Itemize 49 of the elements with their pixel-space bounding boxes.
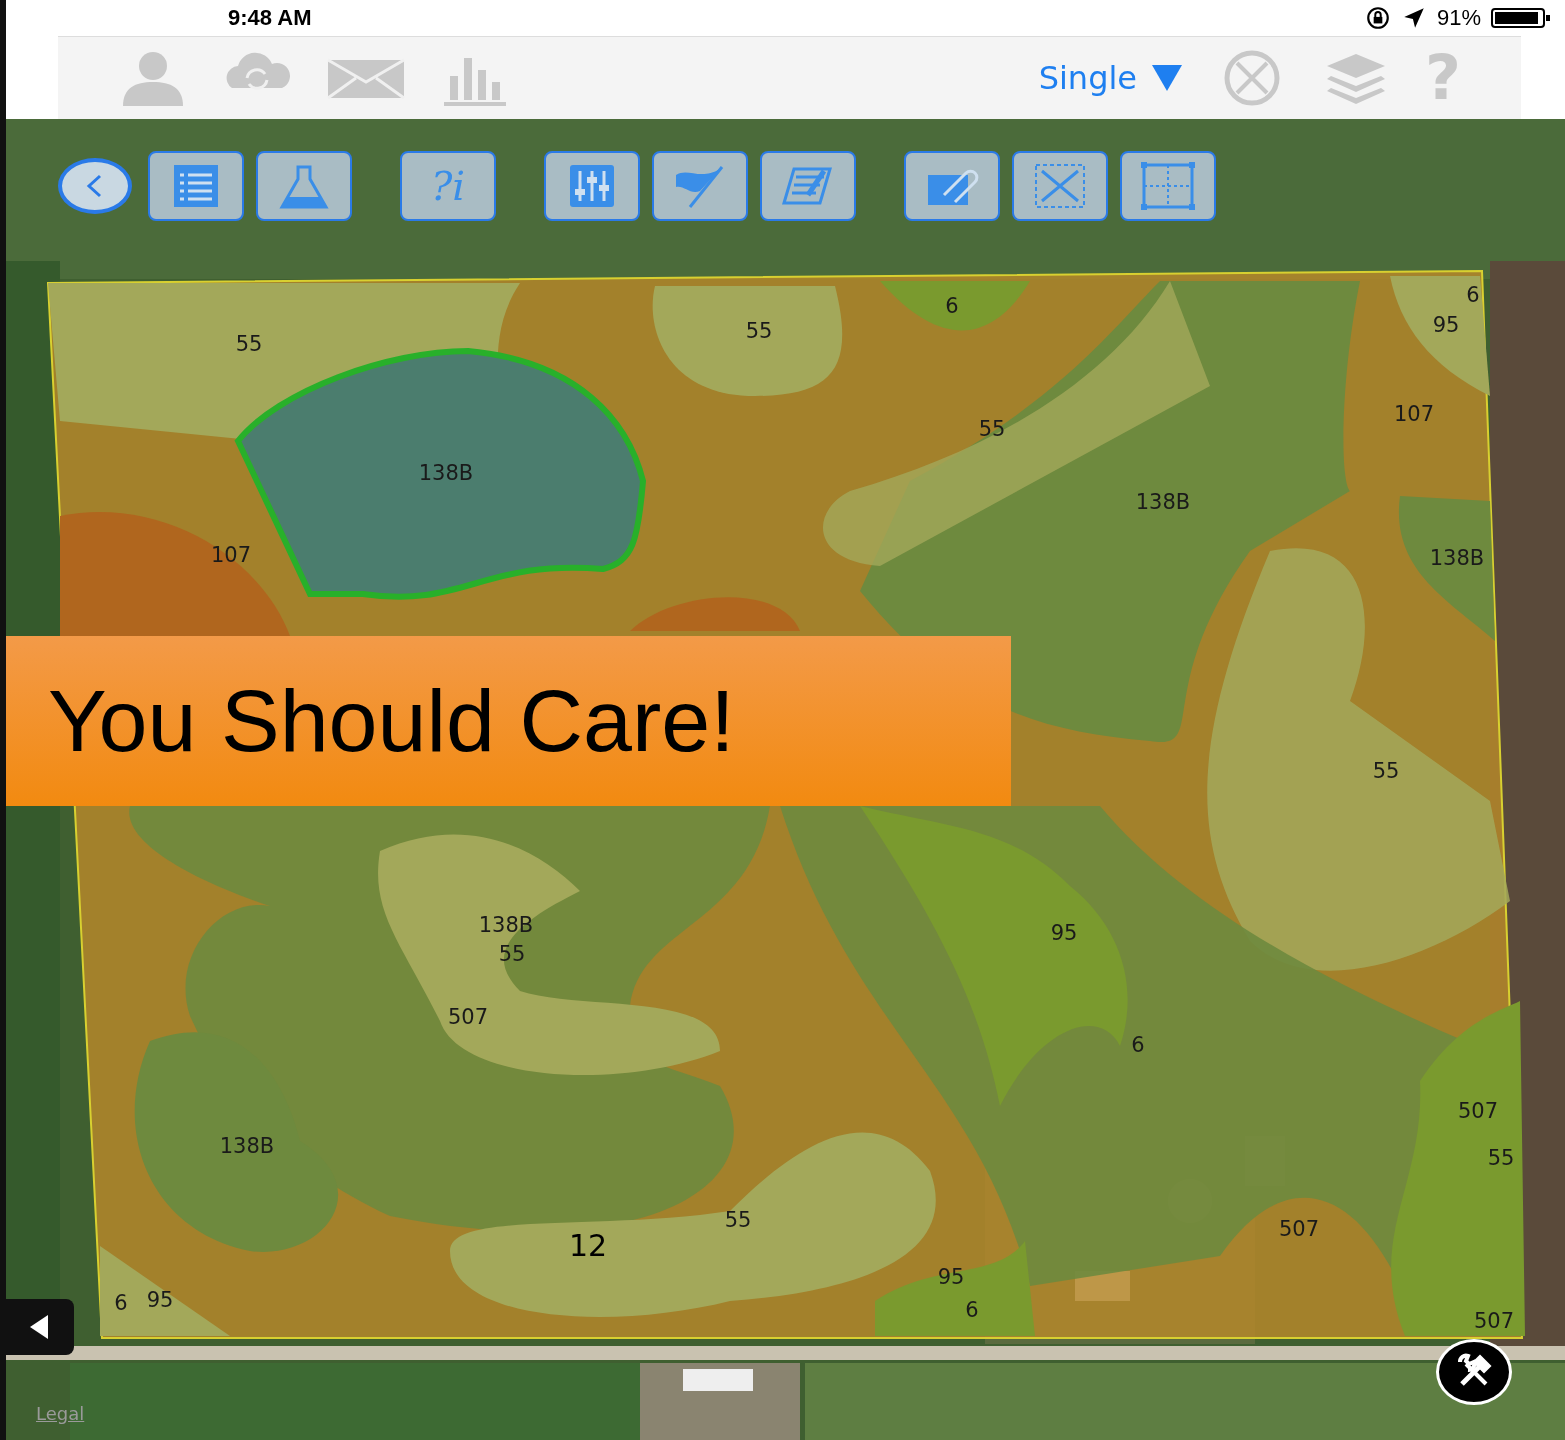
zone-label: 507 xyxy=(1278,1217,1320,1241)
legal-link[interactable]: Legal xyxy=(36,1403,85,1424)
zone-label: 138B xyxy=(478,913,534,937)
clock-time: 9:48 AM xyxy=(228,5,312,31)
zone-label: 138B xyxy=(219,1134,275,1158)
sliders-button[interactable] xyxy=(544,151,640,221)
flag-button[interactable] xyxy=(652,151,748,221)
zone-label: 12 xyxy=(568,1227,608,1263)
zone-label: 95 xyxy=(1432,313,1460,337)
banner-title: You Should Care! xyxy=(48,670,735,772)
mode-dropdown[interactable]: Single xyxy=(1038,59,1184,97)
zone-label: 6 xyxy=(965,1298,979,1322)
zone-label: 95 xyxy=(937,1265,965,1289)
clear-selection-button[interactable] xyxy=(1012,151,1108,221)
caret-icon xyxy=(1151,65,1184,91)
split-grid-button[interactable] xyxy=(1120,151,1216,221)
list-button[interactable] xyxy=(148,151,244,221)
zone-label: 507 xyxy=(447,1005,489,1029)
split-grid-icon xyxy=(1138,161,1198,211)
zone-label: 55 xyxy=(498,942,526,966)
zone-label: 107 xyxy=(1393,402,1435,426)
zone-label: 95 xyxy=(1050,921,1078,945)
zone-label: 138B xyxy=(1135,490,1191,514)
zone-label: 6 xyxy=(1131,1033,1145,1057)
zone-label: 55 xyxy=(724,1208,752,1232)
collapse-button[interactable] xyxy=(6,1299,74,1355)
zone-label: 507 xyxy=(1457,1099,1499,1123)
zone-label: 55 xyxy=(1487,1146,1515,1170)
battery-icon xyxy=(1491,6,1551,30)
zone-label: 6 xyxy=(1466,283,1480,307)
flask-button[interactable] xyxy=(256,151,352,221)
attach-button[interactable] xyxy=(904,151,1000,221)
zone-label: 55 xyxy=(235,332,263,356)
zone-label: 55 xyxy=(1372,759,1400,783)
zone-label: 55 xyxy=(978,417,1006,441)
edit-form-button[interactable] xyxy=(760,151,856,221)
zone-label: 138B xyxy=(1429,546,1485,570)
zone-label: 107 xyxy=(210,543,252,567)
zone-label: 6 xyxy=(114,1291,128,1315)
zone-label: 138B xyxy=(418,461,474,485)
rotation-lock-icon xyxy=(1364,5,1391,31)
zone-label: 6 xyxy=(945,294,959,318)
info-button[interactable]: ?i xyxy=(400,151,496,221)
battery-percentage: 91% xyxy=(1436,5,1481,31)
triangle-left-icon xyxy=(30,1315,50,1339)
zone-label: 95 xyxy=(146,1288,174,1312)
zone-label: 507 xyxy=(1473,1309,1515,1333)
help-button[interactable]: ? xyxy=(1425,47,1461,109)
zone-label: 55 xyxy=(745,319,773,343)
